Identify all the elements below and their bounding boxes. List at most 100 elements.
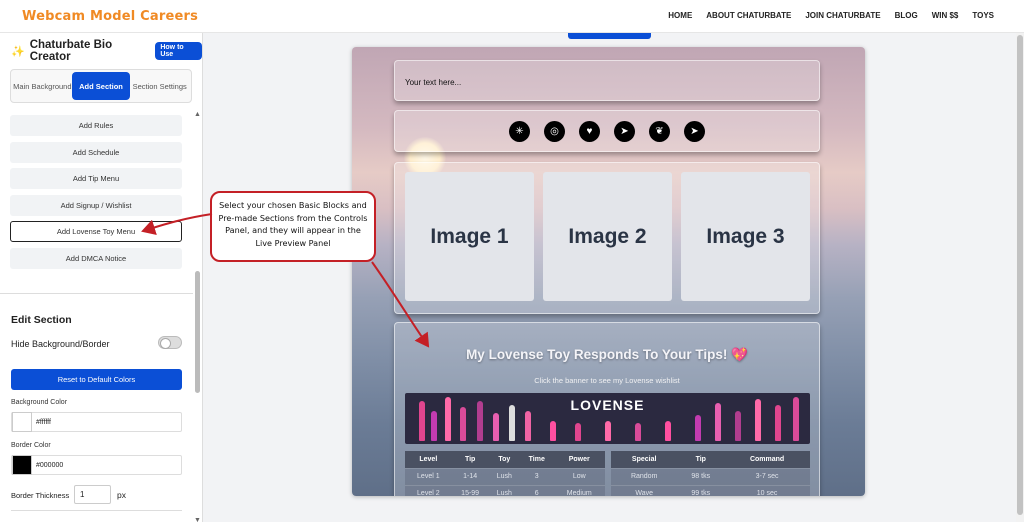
panel-tabs: Main Background Add Section Section Sett… [10, 69, 192, 103]
onlyfans-icon[interactable]: ❦ [649, 120, 670, 142]
toy-graphic [445, 397, 451, 441]
site-logo[interactable]: Webcam Model Careers [22, 9, 198, 24]
add-lovense-toy-menu-button[interactable]: Add Lovense Toy Menu [10, 221, 182, 242]
toy-graphic [695, 415, 701, 441]
lovense-specials-table: Special Tip Command Random 98 tks 3-7 se… [611, 451, 810, 496]
toy-graphic [715, 403, 721, 441]
divider [11, 510, 182, 511]
instagram-icon[interactable]: ◎ [544, 120, 565, 142]
tab-section-settings[interactable]: Section Settings [130, 72, 189, 100]
toy-graphic [793, 397, 799, 441]
lovense-subtitle: Click the banner to see my Lovense wishl… [534, 376, 680, 385]
sparkles-icon: ✨ [11, 45, 25, 58]
telegram-icon[interactable]: ➤ [684, 120, 705, 142]
preview-top-button[interactable] [568, 33, 651, 39]
nav-blog[interactable]: BLOG [895, 11, 918, 20]
add-signup-wishlist-button[interactable]: Add Signup / Wishlist [10, 195, 182, 216]
text-block-placeholder[interactable]: Your text here... [405, 78, 461, 87]
toy-graphic [493, 413, 499, 441]
nav-win[interactable]: WIN $$ [932, 11, 959, 20]
tab-main-background[interactable]: Main Background [13, 72, 72, 100]
nav-toys[interactable]: TOYS [972, 11, 994, 20]
border-color-label: Border Color [11, 442, 51, 449]
nav-about[interactable]: ABOUT CHATURBATE [706, 11, 791, 20]
tab-add-section[interactable]: Add Section [71, 72, 131, 100]
border-thickness-label: Border Thickness [11, 491, 70, 500]
add-rules-button[interactable]: Add Rules [10, 115, 182, 136]
toy-graphic [550, 421, 556, 441]
sidebar-scrollbar[interactable]: ▲ ▼ [193, 111, 202, 524]
toy-graphic [665, 421, 671, 441]
social-icons-block: ✳ ◎ ♥ ➤ ❦ ➤ [394, 110, 820, 152]
table-header: Command [724, 451, 810, 468]
lovense-levels-table: Level Tip Toy Time Power Level 1 1-14 Lu… [405, 451, 605, 496]
nav-join[interactable]: JOIN CHATURBATE [805, 11, 880, 20]
image-placeholder-1[interactable]: Image 1 [405, 172, 534, 301]
edit-section-heading: Edit Section [11, 314, 72, 326]
hide-bg-border-toggle[interactable] [158, 336, 182, 349]
table-cell: Random [611, 467, 678, 485]
heart-link-icon[interactable]: ♥ [579, 120, 600, 142]
lovense-title-text: My Lovense Toy Responds To Your Tips! [466, 347, 728, 362]
table-cell: Lush [488, 467, 520, 485]
divider [0, 293, 193, 294]
top-navbar: Webcam Model Careers HOME ABOUT CHATURBA… [0, 0, 1024, 33]
toy-graphic [605, 421, 611, 441]
page-scrollbar[interactable] [1016, 33, 1024, 522]
nav-home[interactable]: HOME [668, 11, 692, 20]
table-header: Special [611, 451, 678, 468]
page-scroll-thumb[interactable] [1017, 35, 1023, 515]
controls-panel: ✨ Chaturbate Bio Creator How to Use Main… [0, 33, 203, 524]
app-title-text: Chaturbate Bio Creator [29, 39, 113, 63]
reset-colors-button[interactable]: Reset to Default Colors [11, 369, 182, 390]
table-row: Wave 99 tks 10 sec [611, 484, 810, 496]
add-schedule-button[interactable]: Add Schedule [10, 142, 182, 163]
scroll-down-icon[interactable]: ▼ [194, 517, 201, 524]
table-cell: 3-7 sec [724, 467, 810, 485]
add-dmca-notice-button[interactable]: Add DMCA Notice [10, 248, 182, 269]
scroll-up-icon[interactable]: ▲ [194, 111, 201, 118]
linktree-icon[interactable]: ✳ [509, 120, 530, 142]
image-placeholder-2[interactable]: Image 2 [543, 172, 672, 301]
table-cell: 6 [520, 484, 554, 496]
table-cell: Level 1 [405, 467, 452, 485]
toy-graphic [735, 411, 741, 441]
toy-graphic [775, 405, 781, 441]
table-cell: Medium [553, 484, 605, 496]
table-cell: Lush [488, 484, 520, 496]
table-cell: 1-14 [451, 467, 489, 485]
background-color-label: Background Color [11, 399, 68, 406]
border-color-swatch[interactable] [12, 455, 32, 475]
hide-bg-border-label: Hide Background/Border [11, 339, 110, 349]
table-cell: Wave [611, 484, 678, 496]
toy-graphic [477, 401, 483, 441]
telegram-icon[interactable]: ➤ [614, 120, 635, 142]
table-cell: 10 sec [724, 484, 810, 496]
instruction-callout: Select your chosen Basic Blocks and Pre-… [210, 191, 376, 262]
text-block[interactable]: Your text here... [394, 60, 820, 101]
add-tip-menu-button[interactable]: Add Tip Menu [10, 168, 182, 189]
scroll-thumb[interactable] [195, 271, 200, 393]
how-to-use-button[interactable]: How to Use [155, 42, 202, 60]
table-header: Time [520, 451, 554, 468]
table-cell: Level 2 [405, 484, 452, 496]
table-header: Toy [488, 451, 520, 468]
table-header: Tip [677, 451, 725, 468]
background-color-swatch[interactable] [12, 412, 32, 432]
table-cell: Low [553, 467, 605, 485]
lovense-banner[interactable]: LOVENSE [405, 393, 810, 444]
toy-graphic [755, 399, 761, 441]
heart-icon: 💖 [731, 347, 748, 362]
table-cell: 99 tks [677, 484, 725, 496]
table-row: Level 1 1-14 Lush 3 Low [405, 467, 605, 485]
image-placeholder-3[interactable]: Image 3 [681, 172, 810, 301]
border-color-field[interactable]: #000000 [11, 455, 182, 475]
toy-graphic [575, 423, 581, 441]
table-header: Power [553, 451, 605, 468]
background-color-field[interactable]: #ffffff [11, 412, 182, 432]
border-thickness-input[interactable]: 1 [74, 485, 111, 504]
toy-graphic [431, 411, 437, 441]
background-color-value[interactable]: #ffffff [36, 419, 51, 426]
toy-graphic [419, 401, 425, 441]
border-color-value[interactable]: #000000 [36, 462, 63, 469]
